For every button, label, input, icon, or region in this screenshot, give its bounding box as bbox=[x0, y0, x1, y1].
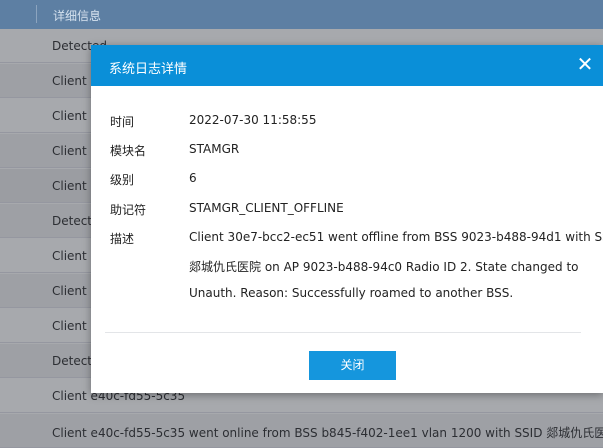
header-column-details: 详细信息 bbox=[53, 9, 102, 23]
time-label: 时间 bbox=[110, 115, 135, 129]
header-separator bbox=[36, 5, 37, 23]
dialog-divider bbox=[105, 332, 581, 333]
level-value: 6 bbox=[189, 171, 197, 185]
module-label: 模块名 bbox=[110, 144, 147, 158]
time-value: 2022-07-30 11:58:55 bbox=[189, 113, 317, 127]
dialog-title: 系统日志详情 bbox=[109, 62, 188, 77]
table-header: 详细信息 bbox=[0, 0, 603, 29]
mnemonic-value: STAMGR_CLIENT_OFFLINE bbox=[189, 201, 344, 215]
close-button[interactable]: 关闭 bbox=[309, 351, 396, 380]
level-label: 级别 bbox=[110, 173, 135, 187]
close-x-icon[interactable]: ✕ bbox=[575, 54, 595, 74]
table-row[interactable]: Client e40c-fd55-5c35 went online from B… bbox=[0, 414, 603, 448]
row-text: Client e40c-fd55-5c35 went online from B… bbox=[52, 426, 603, 440]
description-line: Unauth. Reason: Successfully roamed to a… bbox=[189, 286, 514, 300]
log-detail-dialog: 系统日志详情 ✕ 时间 2022-07-30 11:58:55 模块名 STAM… bbox=[91, 45, 603, 393]
description-line: 郯城仇氏医院 on AP 9023-b488-94c0 Radio ID 2. … bbox=[189, 260, 579, 274]
description-line: Client 30e7-bcc2-ec51 went offline from … bbox=[189, 230, 603, 244]
module-value: STAMGR bbox=[189, 142, 240, 156]
mnemonic-label: 助记符 bbox=[110, 203, 147, 217]
description-label: 描述 bbox=[110, 232, 135, 246]
dialog-header: 系统日志详情 ✕ bbox=[91, 45, 603, 86]
